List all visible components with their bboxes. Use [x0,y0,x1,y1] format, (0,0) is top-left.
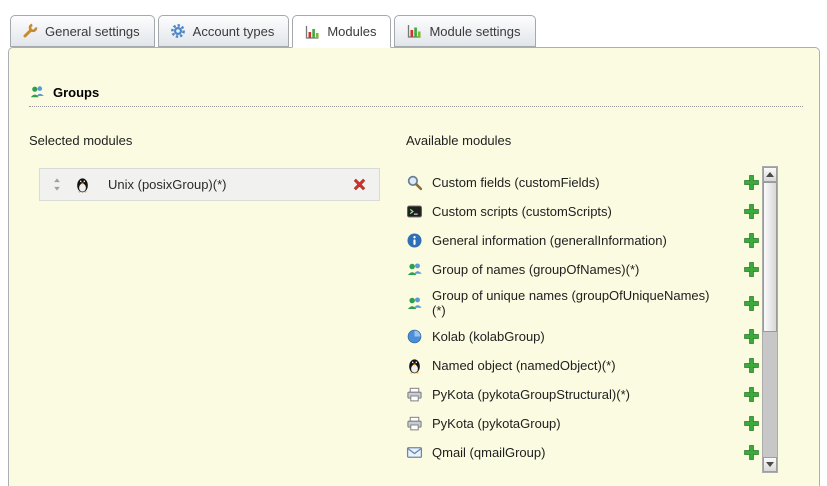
available-module-row: Custom scripts (customScripts) [406,201,760,222]
mail-icon [406,444,423,461]
remove-module-button[interactable] [351,176,368,193]
printer-icon [406,415,423,432]
selected-module-row[interactable]: Unix (posixGroup)(*) [39,168,380,201]
available-module-row: Kolab (kolabGroup) [406,326,760,347]
add-module-button[interactable] [743,261,760,278]
tab-bar: General settings Account types Modules M… [10,15,536,48]
plus-icon [743,386,760,403]
module-name: General information (generalInformation) [432,233,710,248]
scrollbar-thumb[interactable] [763,182,777,332]
tab-modules[interactable]: Modules [292,15,391,48]
groups-icon [29,84,45,100]
plus-icon [743,232,760,249]
add-module-button[interactable] [743,295,760,312]
tab-label: General settings [45,24,140,39]
available-module-row: Group of unique names (groupOfUniqueName… [406,288,760,318]
plus-icon [743,174,760,191]
add-module-button[interactable] [743,232,760,249]
tab-label: Modules [327,24,376,39]
kolab-icon [406,328,423,345]
module-name: Custom fields (customFields) [432,175,710,190]
available-module-row: PyKota (pykotaGroup) [406,413,760,434]
add-module-button[interactable] [743,203,760,220]
plus-icon [743,415,760,432]
info-icon [406,232,423,249]
module-name: PyKota (pykotaGroup) [432,416,710,431]
tux-icon [74,176,91,193]
plus-icon [743,444,760,461]
available-modules-label: Available modules [406,133,511,148]
tab-account-types[interactable]: Account types [158,15,290,47]
module-name: Group of unique names (groupOfUniqueName… [432,288,710,318]
module-name: Kolab (kolabGroup) [432,329,710,344]
wrench-icon [22,23,38,39]
selected-module-name: Unix (posixGroup)(*) [108,177,226,192]
plus-icon [743,357,760,374]
scroll-down-button[interactable] [763,457,777,472]
tab-label: Account types [193,24,275,39]
scrollbar-track[interactable] [763,182,777,457]
module-name: Custom scripts (customScripts) [432,204,710,219]
arrow-up-icon [766,172,774,177]
module-name: PyKota (pykotaGroupStructural)(*) [432,387,710,402]
available-module-row: General information (generalInformation) [406,230,760,251]
add-module-button[interactable] [743,386,760,403]
add-module-button[interactable] [743,357,760,374]
available-module-row: Qmail (qmailGroup) [406,442,760,463]
add-module-button[interactable] [743,444,760,461]
plus-icon [743,328,760,345]
plus-icon [743,203,760,220]
selected-modules-label: Selected modules [29,133,132,148]
add-module-button[interactable] [743,415,760,432]
plus-icon [743,261,760,278]
module-name: Qmail (qmailGroup) [432,445,710,460]
group-icon [406,295,423,312]
script-icon [406,203,423,220]
scroll-up-button[interactable] [763,167,777,182]
tux-icon [406,357,423,374]
delete-icon [351,176,368,193]
module-settings-chart-icon [406,23,422,39]
module-name: Named object (namedObject)(*) [432,358,710,373]
tab-module-settings[interactable]: Module settings [394,15,535,47]
content-panel: Groups Selected modules Unix (posixGroup… [8,47,820,486]
available-module-row: Group of names (groupOfNames)(*) [406,259,760,280]
add-module-button[interactable] [743,328,760,345]
available-modules-scrollbar[interactable] [762,166,778,473]
page-title-text: Groups [53,85,99,100]
available-module-row: Named object (namedObject)(*) [406,355,760,376]
gear-icon [170,23,186,39]
heading-separator [29,106,803,107]
page-title: Groups [29,84,99,100]
plus-icon [743,295,760,312]
arrow-down-icon [766,462,774,467]
available-module-row: PyKota (pykotaGroupStructural)(*) [406,384,760,405]
add-module-button[interactable] [743,174,760,191]
modules-chart-icon [304,24,320,40]
available-modules-list: Custom fields (customFields) Custom scri… [406,172,760,471]
group-icon [406,261,423,278]
printer-icon [406,386,423,403]
tab-general-settings[interactable]: General settings [10,15,155,47]
sort-handle-icon[interactable] [51,177,63,192]
module-name: Group of names (groupOfNames)(*) [432,262,710,277]
available-module-row: Custom fields (customFields) [406,172,760,193]
magnifier-icon [406,174,423,191]
tab-label: Module settings [429,24,520,39]
